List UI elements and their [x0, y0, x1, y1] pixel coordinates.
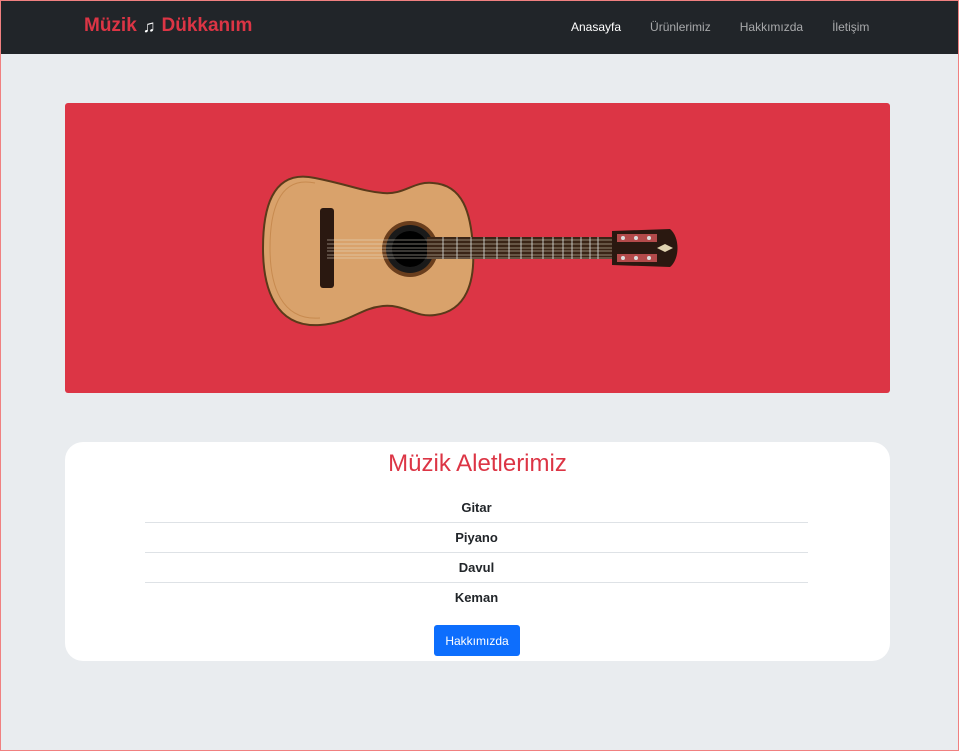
nav-links: Anasayfa Ürünlerimiz Hakkımızda İletişim	[571, 20, 898, 34]
instrument-list: Gitar Piyano Davul Keman	[145, 493, 808, 613]
instruments-title: Müzik Aletlerimiz	[388, 450, 567, 477]
list-item: Piyano	[145, 523, 808, 553]
hero-banner	[65, 103, 890, 393]
nav-link-anasayfa[interactable]: Anasayfa	[571, 20, 621, 34]
nav-link-hakkimizda[interactable]: Hakkımızda	[740, 20, 803, 34]
brand-logo[interactable]: Müzik ♫ Dükkanım	[84, 15, 252, 37]
list-item: Davul	[145, 553, 808, 583]
list-item: Gitar	[145, 493, 808, 523]
nav-link-urunlerimiz[interactable]: Ürünlerimiz	[650, 20, 711, 34]
brand-name-right: Dükkanım	[161, 15, 253, 36]
navbar: Müzik ♫ Dükkanım Anasayfa Ürünlerimiz Ha…	[0, 0, 959, 54]
instruments-card: Müzik Aletlerimiz Gitar Piyano Davul Kem…	[65, 442, 890, 661]
guitar-image	[261, 175, 678, 327]
list-item: Keman	[454, 590, 499, 605]
about-button[interactable]: Hakkımızda	[434, 625, 520, 656]
brand-name-left: Müzik	[84, 15, 137, 36]
music-note-icon: ♫	[142, 16, 156, 36]
nav-link-iletisim[interactable]: İletişim	[832, 20, 869, 34]
